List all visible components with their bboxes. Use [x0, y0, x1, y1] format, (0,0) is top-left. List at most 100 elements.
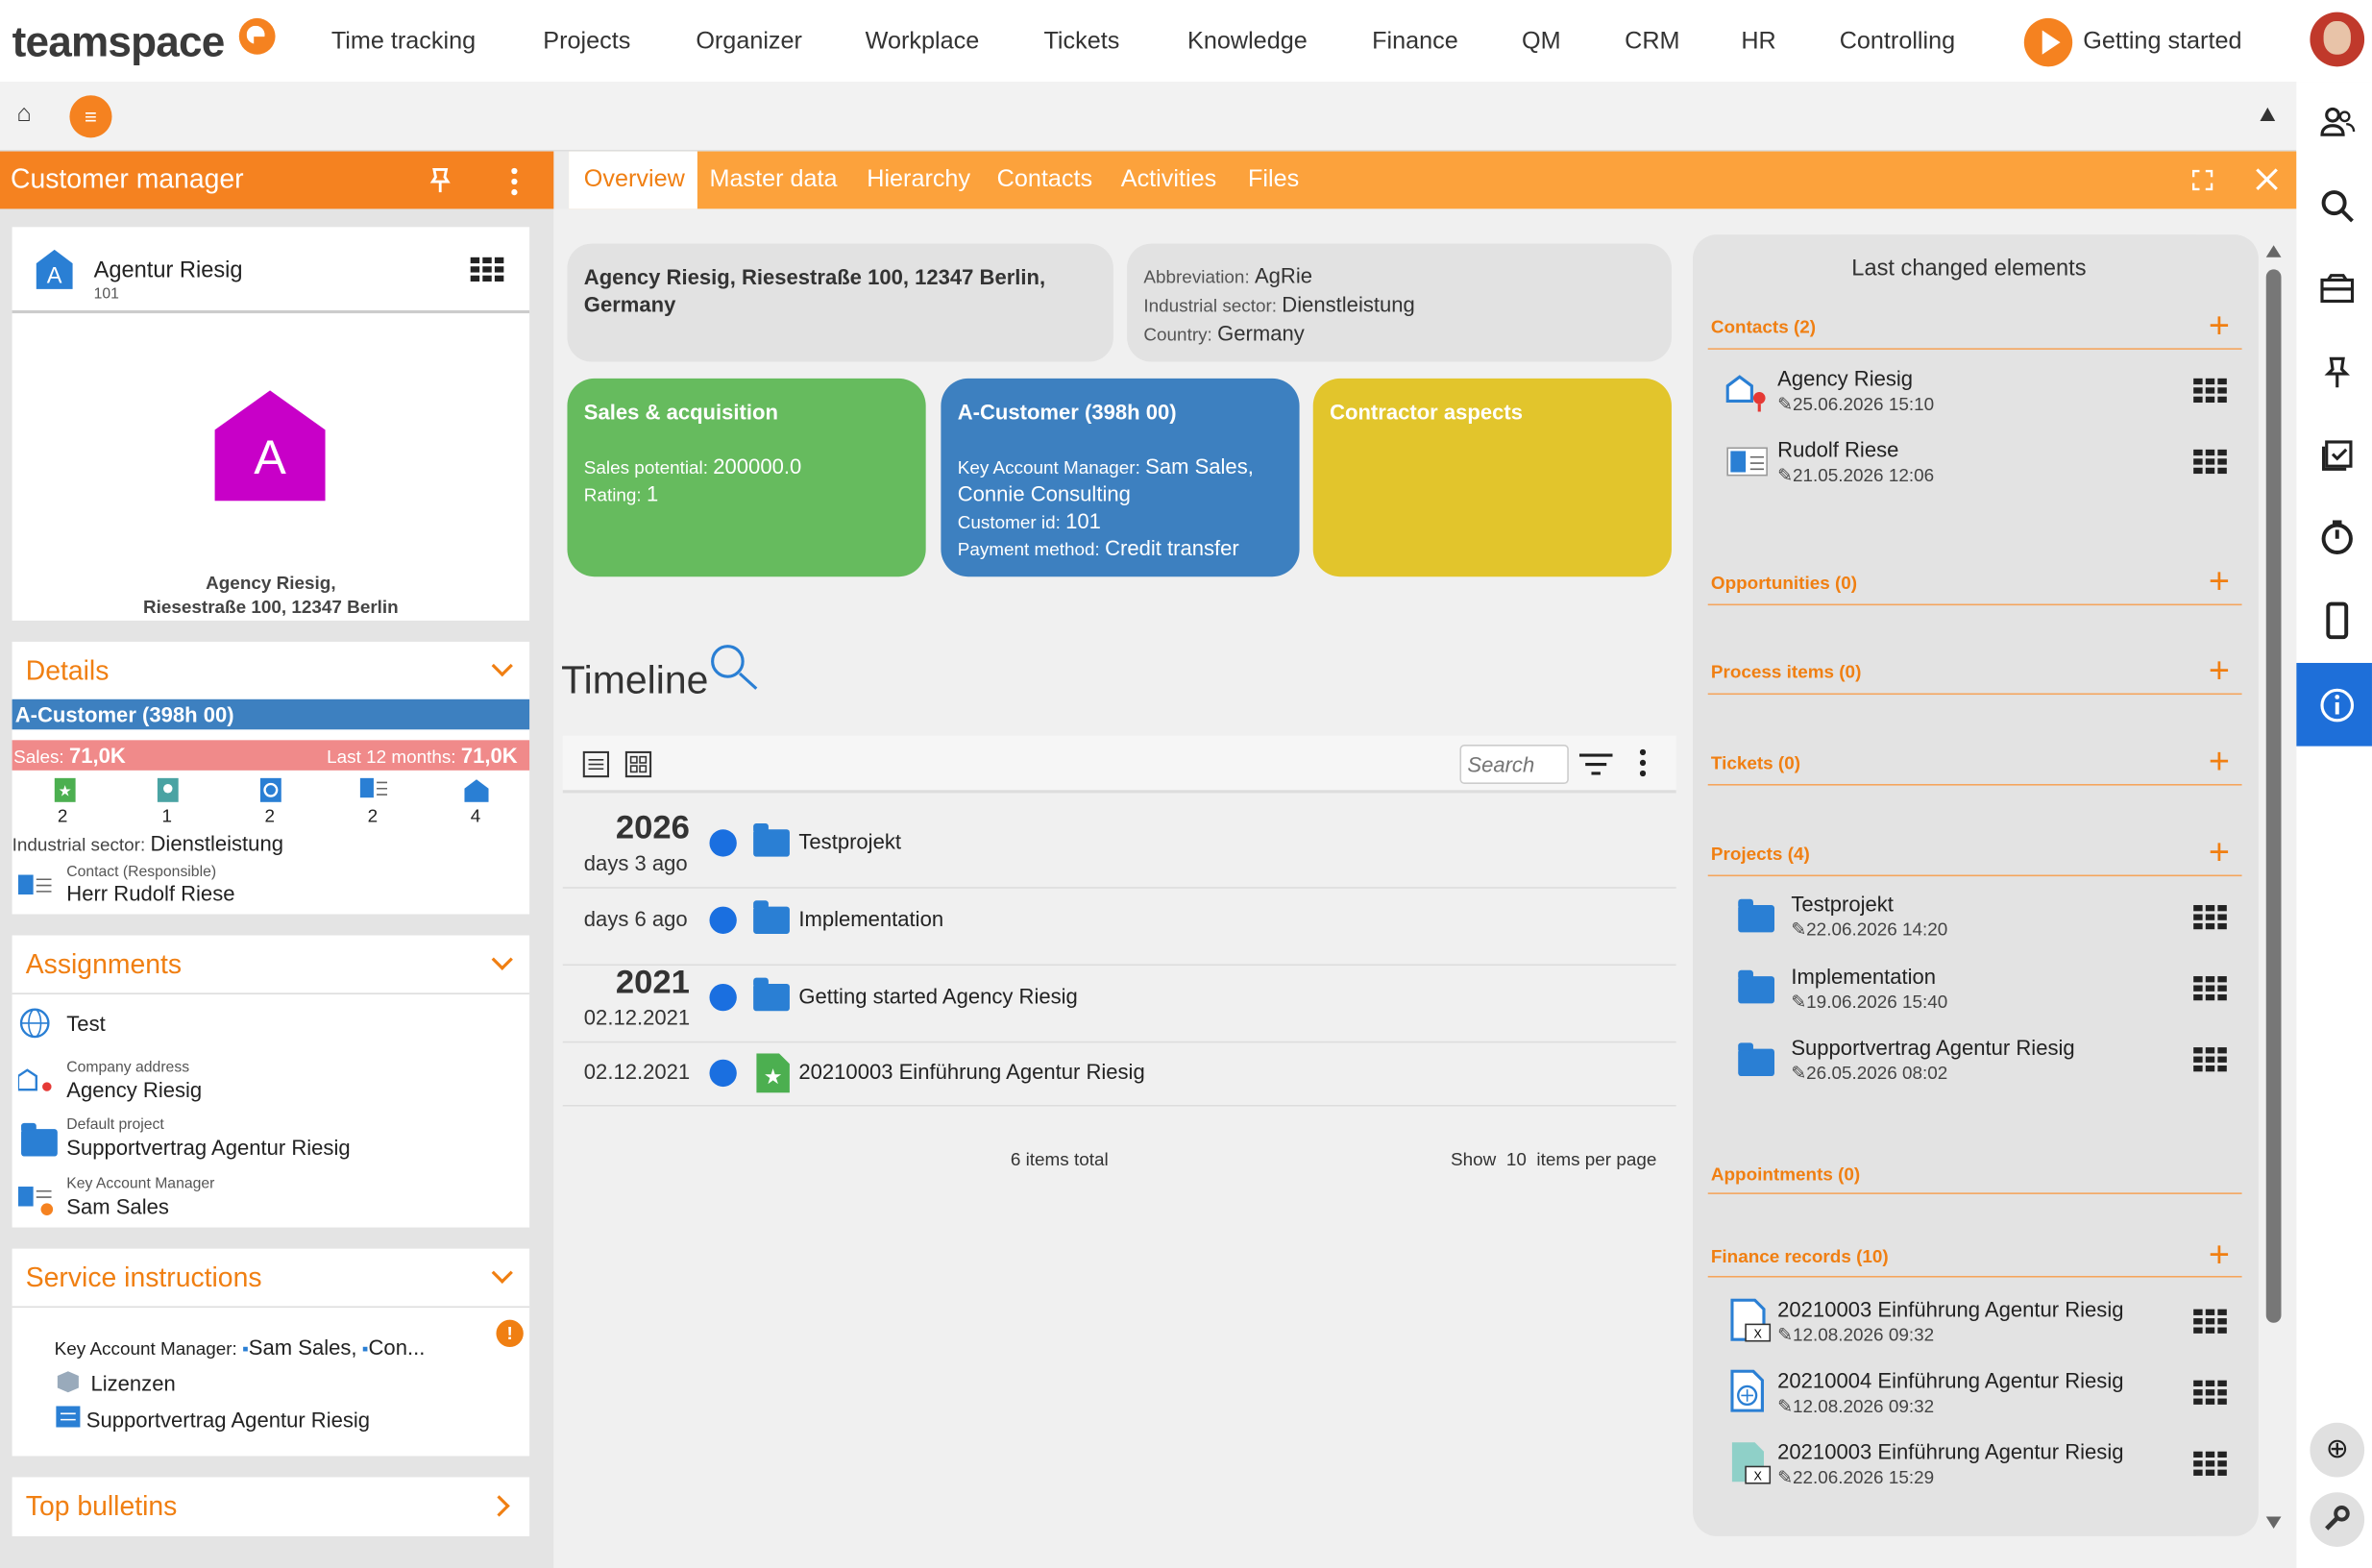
more-vert-icon[interactable] — [511, 166, 518, 197]
grid-menu-icon[interactable] — [2193, 1309, 2227, 1334]
sales-acquisition-tile[interactable]: Sales & acquisition Sales potential: 200… — [567, 378, 926, 577]
key-account-value[interactable]: Sam Sales — [66, 1194, 169, 1218]
recent-finance-name[interactable]: 20210003 Einführung Agentur Riesig — [1777, 1439, 2123, 1463]
nav-qm[interactable]: QM — [1522, 29, 1561, 56]
more-vert-icon[interactable] — [1639, 748, 1647, 787]
user-avatar[interactable] — [2310, 12, 2365, 67]
recent-project-name[interactable]: Supportvertrag Agentur Riesig — [1791, 1036, 2074, 1060]
contractor-tile[interactable]: Contractor aspects — [1312, 378, 1672, 577]
inbox-icon[interactable] — [2319, 273, 2356, 315]
timeline-year: 2021 — [615, 962, 690, 1001]
tab-master-data[interactable]: Master data — [709, 166, 837, 193]
grid-menu-icon[interactable] — [2193, 449, 2227, 475]
default-project-value[interactable]: Supportvertrag Agentur Riesig — [66, 1135, 350, 1159]
opportunities-section[interactable]: Opportunities (0) — [1711, 572, 1857, 593]
nav-time-tracking[interactable]: Time tracking — [331, 29, 476, 56]
tab-activities[interactable]: Activities — [1121, 166, 1216, 193]
grid-menu-icon[interactable] — [2193, 976, 2227, 1001]
nav-controlling[interactable]: Controlling — [1840, 29, 1955, 56]
recent-finance-name[interactable]: 20210003 Einführung Agentur Riesig — [1777, 1297, 2123, 1321]
task-checklist-icon[interactable] — [2319, 437, 2356, 482]
close-icon[interactable] — [2256, 168, 2279, 199]
timeline-item[interactable]: Implementation — [798, 907, 943, 931]
search-icon[interactable] — [2319, 187, 2356, 233]
recent-project-name[interactable]: Implementation — [1791, 964, 1936, 988]
grid-menu-icon[interactable] — [2193, 905, 2227, 930]
pin-icon[interactable] — [2319, 355, 2356, 400]
filter-icon[interactable] — [1578, 752, 1613, 784]
nav-organizer[interactable]: Organizer — [696, 29, 802, 56]
grid-menu-icon[interactable] — [2193, 1380, 2227, 1405]
appointments-section[interactable]: Appointments (0) — [1711, 1164, 1860, 1185]
people-icon[interactable] — [2319, 106, 2356, 148]
bulletins-title[interactable]: Top bulletins — [26, 1491, 178, 1523]
nav-hr[interactable]: HR — [1741, 29, 1775, 56]
nav-getting-started[interactable]: Getting started — [2083, 29, 2241, 56]
logo-mark — [238, 17, 276, 55]
scroll-up-arrow[interactable] — [2265, 245, 2282, 257]
folder-icon — [753, 822, 790, 857]
add-process-icon[interactable]: + — [2209, 653, 2230, 690]
timeline-item[interactable]: Getting started Agency Riesig — [798, 984, 1077, 1008]
home-icon[interactable]: ⌂ — [16, 102, 31, 129]
assignments-title[interactable]: Assignments — [26, 949, 182, 981]
add-finance-icon[interactable]: + — [2209, 1237, 2230, 1274]
grid-view-icon[interactable] — [624, 750, 652, 785]
service-item-lizenzen[interactable]: Lizenzen — [90, 1371, 175, 1395]
projects-section[interactable]: Projects (4) — [1711, 843, 1810, 864]
tab-overview[interactable]: Overview — [584, 166, 685, 193]
add-opportunity-icon[interactable]: + — [2209, 564, 2230, 600]
play-icon[interactable] — [2023, 17, 2073, 67]
recent-contact-name[interactable]: Rudolf Riese — [1777, 437, 1898, 461]
recent-finance-name[interactable]: 20210004 Einführung Agentur Riesig — [1777, 1368, 2123, 1392]
mobile-icon[interactable] — [2319, 600, 2356, 649]
nav-projects[interactable]: Projects — [543, 29, 630, 56]
tab-contacts[interactable]: Contacts — [997, 166, 1092, 193]
grid-menu-icon[interactable] — [2193, 378, 2227, 404]
service-title[interactable]: Service instructions — [26, 1262, 262, 1294]
tickets-section[interactable]: Tickets (0) — [1711, 752, 1800, 773]
info-icon[interactable] — [2319, 687, 2356, 732]
scroll-down-arrow[interactable] — [2265, 1516, 2282, 1530]
grid-menu-icon[interactable] — [2193, 1451, 2227, 1476]
nav-knowledge[interactable]: Knowledge — [1187, 29, 1308, 56]
grid-menu-icon[interactable] — [470, 257, 504, 282]
scrollbar-thumb[interactable] — [2265, 269, 2282, 1323]
details-title[interactable]: Details — [26, 655, 110, 687]
add-ticket-icon[interactable]: + — [2209, 744, 2230, 780]
timeline-search-input[interactable] — [1459, 745, 1569, 785]
timeline-item[interactable]: Testprojekt — [798, 829, 901, 853]
wrench-icon[interactable] — [2319, 1503, 2356, 1540]
nav-finance[interactable]: Finance — [1372, 29, 1458, 56]
collapse-up-icon[interactable] — [2260, 107, 2276, 122]
pin-icon[interactable] — [427, 166, 453, 201]
service-item-support[interactable]: Supportvertrag Agentur Riesig — [86, 1408, 370, 1432]
contact-card-icon[interactable] — [359, 777, 388, 807]
list-view-icon[interactable] — [582, 750, 610, 785]
tab-hierarchy[interactable]: Hierarchy — [867, 166, 970, 193]
teamspace-logo[interactable]: teamspace — [12, 18, 226, 66]
nav-tickets[interactable]: Tickets — [1043, 29, 1119, 56]
fullscreen-icon[interactable] — [2191, 169, 2213, 198]
grid-menu-icon[interactable] — [2193, 1047, 2227, 1072]
hamburger-menu-icon[interactable]: ≡ — [69, 95, 112, 138]
plus-circle-icon[interactable]: ⊕ — [2319, 1433, 2356, 1465]
contacts-section[interactable]: Contacts (2) — [1711, 316, 1816, 337]
nav-workplace[interactable]: Workplace — [866, 29, 980, 56]
stopwatch-icon[interactable] — [2319, 519, 2356, 564]
tab-files[interactable]: Files — [1248, 166, 1299, 193]
nav-crm[interactable]: CRM — [1625, 29, 1679, 56]
search-icon[interactable] — [708, 642, 760, 700]
pagination-per-page[interactable]: Show 10 items per page — [1451, 1149, 1656, 1170]
recent-project-name[interactable]: Testprojekt — [1791, 892, 1894, 916]
assignment-test[interactable]: Test — [66, 1011, 105, 1035]
recent-contact-name[interactable]: Agency Riesig — [1777, 366, 1913, 390]
add-project-icon[interactable]: + — [2209, 835, 2230, 871]
company-address-value[interactable]: Agency Riesig — [66, 1078, 202, 1102]
timeline-item[interactable]: 20210003 Einführung Agentur Riesig — [798, 1060, 1144, 1084]
customer-tile[interactable]: A-Customer (398h 00) Key Account Manager… — [941, 378, 1300, 577]
process-section[interactable]: Process items (0) — [1711, 661, 1862, 682]
finance-section[interactable]: Finance records (10) — [1711, 1245, 1889, 1266]
contact-value[interactable]: Herr Rudolf Riese — [66, 881, 234, 905]
add-contact-icon[interactable]: + — [2209, 308, 2230, 345]
